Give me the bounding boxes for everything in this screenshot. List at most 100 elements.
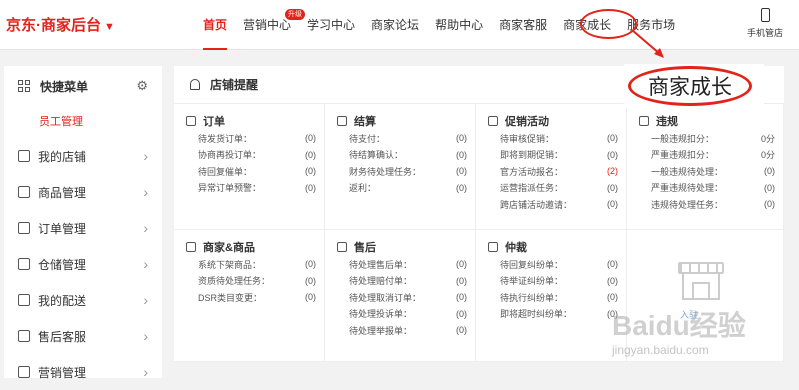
reminder-label: 财务待处理任务： [349,166,422,177]
reminder-count[interactable]: (0) [584,276,618,286]
reminder-row[interactable]: 返利： (0) [337,180,467,197]
reminder-row[interactable]: 资质待处理任务： (0) [186,273,316,290]
reminder-row[interactable]: 官方活动报名： (2) [488,163,618,180]
sidebar-item-label: 商品管理 [38,185,87,200]
reminder-row[interactable]: 待结算确认： (0) [337,147,467,164]
reminder-count[interactable]: (0) [282,166,316,176]
reminder-row[interactable]: 即将超时纠纷单： (0) [488,306,618,323]
reminder-row[interactable]: 协商再投订单： (0) [186,147,316,164]
reminder-row[interactable]: 一般违规待处理： (0) [639,163,775,180]
reminder-count[interactable]: (0) [433,166,467,176]
mobile-store-link[interactable]: 手机管店 [740,8,790,39]
reminder-row[interactable]: 待处理举报单： (0) [337,322,467,339]
reminder-count[interactable]: (0) [433,150,467,160]
nav-forum[interactable]: 商家论坛 [363,0,427,50]
logo[interactable]: 京东·商家后台 ▼ [6,14,115,35]
reminder-section-order: 订单 待发货订单： (0) 协商再投订单： (0) 待回复催单： (0) 异常订单预警： (0) [174,104,325,230]
reminder-label: 违规待处理任务： [651,199,724,210]
reminder-row[interactable]: 待发货订单： (0) [186,130,316,147]
reminder-row[interactable]: 待举证纠纷单： (0) [488,273,618,290]
reminder-count[interactable]: (0) [584,133,618,143]
reminder-label: 待举证纠纷单： [500,276,564,287]
reminder-row[interactable]: 一般违规扣分： 0分 [639,130,775,147]
reminder-count[interactable]: 0分 [741,148,775,161]
reminder-count[interactable]: (0) [741,166,775,176]
nav-home-label: 首页 [203,18,228,32]
reminder-count[interactable]: 0分 [741,132,775,145]
reminder-label: 返利： [349,183,377,194]
reminder-count[interactable]: (0) [282,150,316,160]
reminder-count[interactable]: (0) [282,133,316,143]
reminder-count[interactable]: (0) [433,133,467,143]
reminder-label: 待处理取消订单： [349,292,422,303]
reminder-count[interactable]: (0) [741,183,775,193]
reminder-count[interactable]: (0) [433,309,467,319]
reminder-row[interactable]: 违规待处理任务： (0) [639,196,775,213]
reminder-row[interactable]: 严重违规待处理： (0) [639,180,775,197]
reminder-count[interactable]: (0) [584,292,618,302]
reminder-count[interactable]: (0) [584,259,618,269]
reminder-row[interactable]: 异常订单预警： (0) [186,180,316,197]
nav-marketing[interactable]: 营销中心 升级 [235,0,306,50]
reminder-row[interactable]: 待回复催单： (0) [186,163,316,180]
reminder-count[interactable]: (0) [433,325,467,335]
reminder-row[interactable]: 运营指派任务： (0) [488,180,618,197]
nav-help[interactable]: 帮助中心 [427,0,491,50]
gear-icon[interactable]: ⚙ [136,78,148,94]
sidebar-item-staff[interactable]: 员工管理 [4,106,162,138]
reminder-row[interactable]: 即将到期促销： (0) [488,147,618,164]
sidebar-item-delivery[interactable]: 我的配送 › [4,282,162,318]
reminder-row[interactable]: 待审核促销： (0) [488,130,618,147]
reminder-label: 即将到期促销： [500,150,564,161]
reminder-row[interactable]: DSR类目变更： (0) [186,289,316,306]
reminder-row[interactable]: 严重违规扣分： 0分 [639,147,775,164]
sidebar-item-products[interactable]: 商品管理 › [4,174,162,210]
reminder-count[interactable]: (0) [584,199,618,209]
marketing-icon [18,366,30,378]
reminder-count[interactable]: (0) [282,292,316,302]
reminder-count[interactable]: (0) [584,183,618,193]
reminder-row[interactable]: 跨店铺活动邀请： (0) [488,196,618,213]
reminder-row[interactable]: 待执行纠纷单： (0) [488,289,618,306]
reminder-count[interactable]: (0) [433,276,467,286]
order-icon [18,222,30,234]
reminder-row[interactable]: 待处理赔付单： (0) [337,273,467,290]
reminder-count[interactable]: (0) [433,292,467,302]
reminder-row[interactable]: 待处理取消订单： (0) [337,289,467,306]
sidebar-item-marketing[interactable]: 营销管理 › [4,354,162,390]
reminder-row[interactable]: 待处理投诉单： (0) [337,306,467,323]
sidebar-item-orders[interactable]: 订单管理 › [4,210,162,246]
sidebar-item-warehouse[interactable]: 仓储管理 › [4,246,162,282]
reminder-count[interactable]: (0) [282,259,316,269]
nav-marketing-label: 营销中心 [243,18,292,32]
zoom-callout: 商家成长 [624,64,764,108]
sidebar-item-store[interactable]: 我的店铺 › [4,138,162,174]
reminder-row[interactable]: 待回复纠纷单： (0) [488,256,618,273]
reminder-count[interactable]: (0) [282,276,316,286]
reminder-count[interactable]: (0) [741,199,775,209]
reminder-row[interactable]: 财务待处理任务： (0) [337,163,467,180]
reminder-count[interactable]: (2) [584,166,618,176]
store-icon [18,150,30,162]
nav-learning[interactable]: 学习中心 [299,0,363,50]
reminder-row[interactable]: 待处理售后单： (0) [337,256,467,273]
reminder-label: 跨店铺活动邀请： [500,199,573,210]
chevron-down-icon[interactable]: ▼ [104,21,115,33]
nav-home[interactable]: 首页 [195,0,235,50]
reminder-count[interactable]: (0) [584,150,618,160]
reminder-row[interactable]: 待支付： (0) [337,130,467,147]
reminder-label: 待回复纠纷单： [500,259,564,270]
reminder-count[interactable]: (0) [433,183,467,193]
reminder-label: 待审核促销： [500,133,555,144]
reminder-label: 待执行纠纷单： [500,292,564,303]
nav-help-label: 帮助中心 [435,18,484,32]
reminder-row[interactable]: 系统下架商品： (0) [186,256,316,273]
baidu-watermark-url: jingyan.baidu.com [612,343,709,357]
nav-learning-label: 学习中心 [307,18,356,32]
storefront-icon[interactable] [678,262,724,302]
reminder-count[interactable]: (0) [282,183,316,193]
nav-service-label: 商家客服 [499,18,548,32]
sidebar-item-aftersales[interactable]: 售后客服 › [4,318,162,354]
reminder-count[interactable]: (0) [433,259,467,269]
nav-service[interactable]: 商家客服 [491,0,555,50]
